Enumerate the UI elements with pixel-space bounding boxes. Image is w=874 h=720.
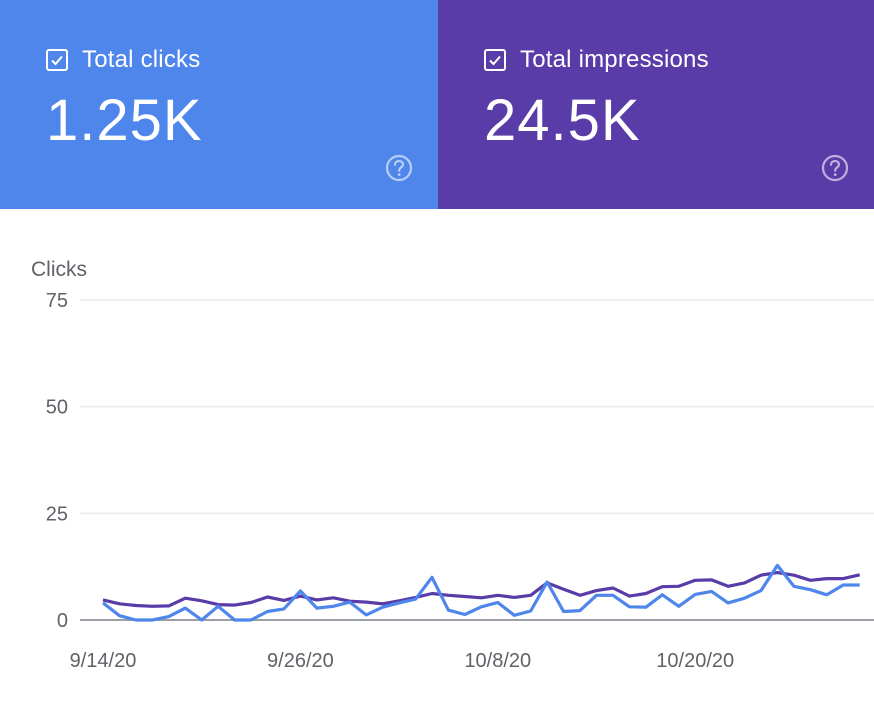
line-chart: Clicks 0 25 50 75 9/14/20 9/26/20 10/8/20 10/2…: [31, 258, 874, 672]
metric-cards: Total clicks 1.25K Total impressions 24.…: [0, 0, 874, 209]
x-tick-label: 10/8/20: [464, 650, 531, 672]
impressions-series-line: [102, 571, 861, 608]
check-icon: [489, 55, 501, 66]
total-impressions-checkbox[interactable]: [484, 49, 506, 71]
chart-grid: [80, 299, 874, 621]
help-circle-icon: [385, 154, 413, 182]
total-clicks-header[interactable]: Total clicks: [46, 46, 200, 74]
help-icon[interactable]: [384, 153, 414, 183]
y-tick-label: 25: [46, 503, 68, 525]
x-tick-labels: 9/14/20 9/26/20 10/8/20 10/20/20: [70, 650, 734, 672]
help-icon[interactable]: [820, 153, 850, 183]
total-clicks-card[interactable]: Total clicks 1.25K: [0, 0, 438, 209]
total-impressions-value: 24.5K: [484, 88, 641, 153]
help-circle-icon: [821, 154, 849, 182]
x-tick-label: 10/20/20: [656, 650, 734, 672]
y-tick-label: 50: [46, 397, 68, 419]
x-tick-label: 9/26/20: [267, 650, 334, 672]
chart-series: [102, 563, 861, 622]
total-clicks-checkbox[interactable]: [46, 49, 68, 71]
performance-chart: Clicks 0 25 50 75 9/14/20 9/26/20 10/8/20 10/2…: [0, 209, 874, 720]
total-clicks-value: 1.25K: [46, 88, 203, 153]
total-impressions-card[interactable]: Total impressions 24.5K: [438, 0, 874, 209]
total-impressions-header[interactable]: Total impressions: [484, 46, 709, 74]
x-tick-label: 9/14/20: [70, 650, 137, 672]
y-tick-labels: 0 25 50 75: [46, 290, 68, 632]
y-tick-label: 0: [57, 610, 68, 632]
total-clicks-label: Total clicks: [82, 46, 201, 73]
y-tick-label: 75: [46, 290, 68, 312]
y-axis-label: Clicks: [31, 258, 87, 281]
total-impressions-label: Total impressions: [520, 46, 709, 73]
clicks-series-line: [102, 563, 860, 622]
check-icon: [51, 55, 63, 66]
